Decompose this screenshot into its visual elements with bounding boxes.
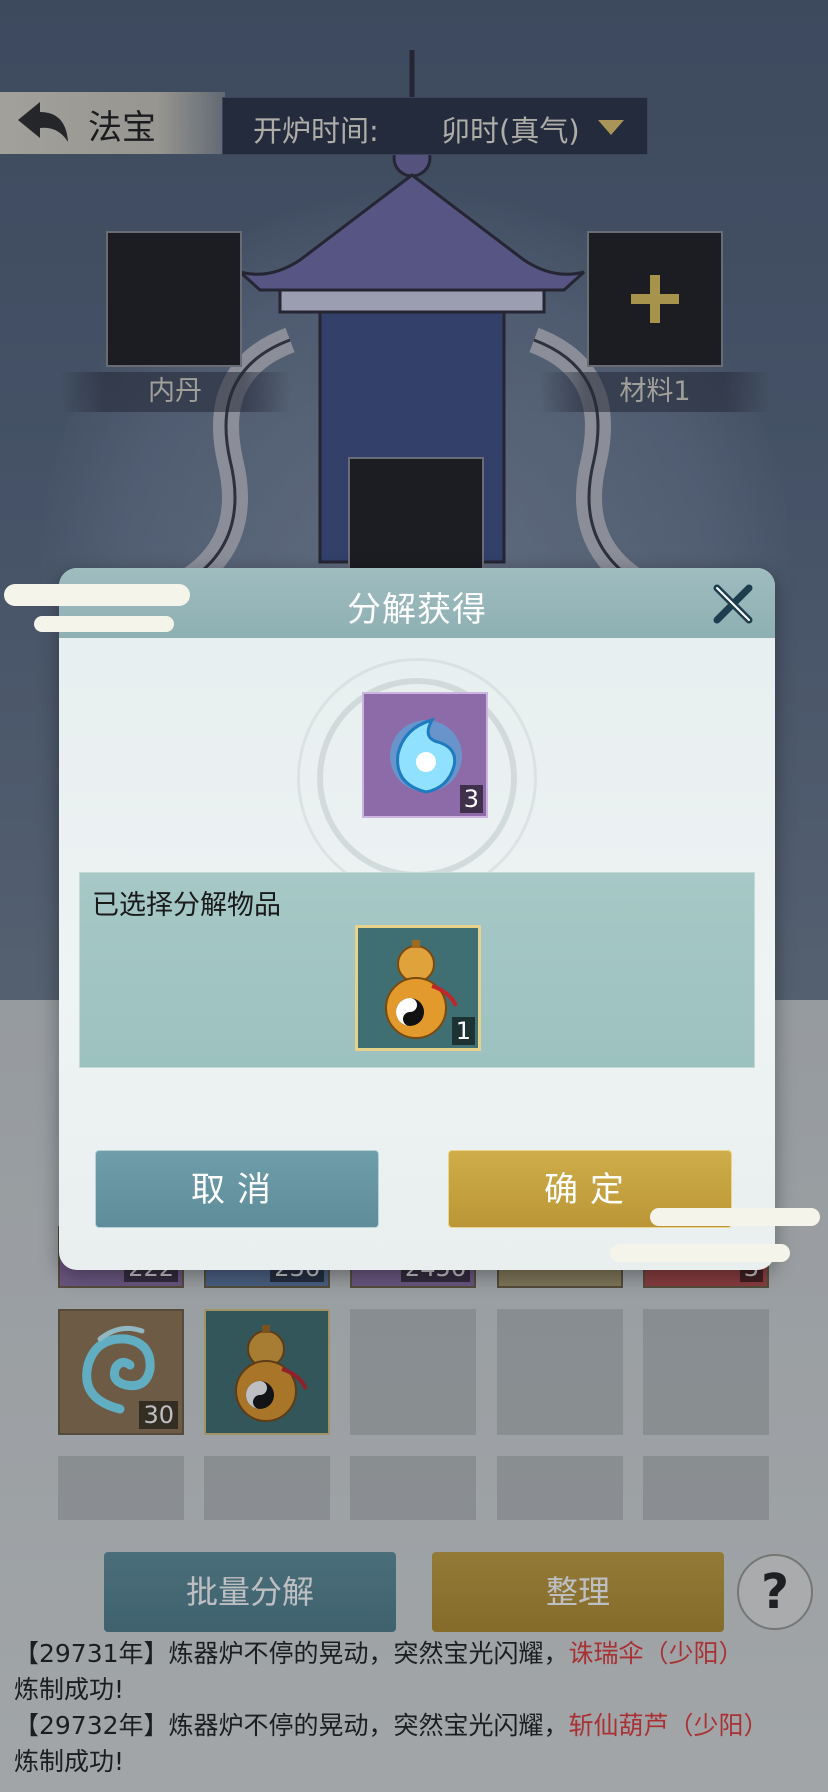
decompose-dialog: 分解获得 3 已选择分解物品 1 取消 确定 [59, 568, 775, 1270]
selected-items-area: 已选择分解物品 1 [79, 872, 755, 1068]
close-icon[interactable] [711, 582, 755, 626]
cloud-decoration [34, 616, 174, 632]
cloud-decoration [4, 584, 190, 606]
cloud-decoration [610, 1244, 790, 1262]
reward-count: 3 [459, 785, 483, 813]
cloud-decoration [650, 1208, 820, 1226]
selected-item[interactable]: 1 [355, 925, 481, 1051]
reward-item[interactable]: 3 [362, 692, 488, 818]
cancel-button[interactable]: 取消 [95, 1150, 379, 1228]
selected-item-count: 1 [451, 1017, 475, 1045]
selected-items-label: 已选择分解物品 [92, 890, 281, 921]
